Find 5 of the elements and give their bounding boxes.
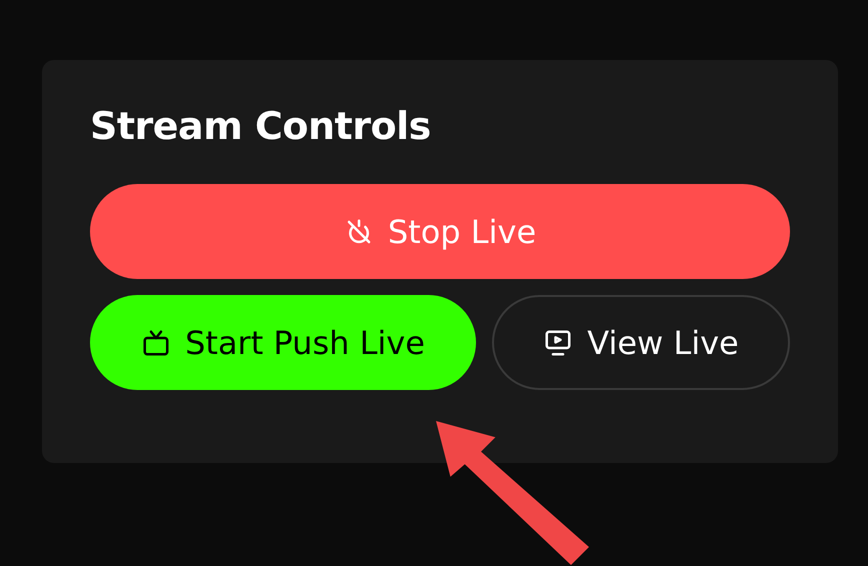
monitor-play-icon <box>543 328 574 358</box>
start-live-button[interactable]: Start Push Live <box>90 295 476 390</box>
view-live-button[interactable]: View Live <box>492 295 790 390</box>
tv-icon <box>141 328 172 358</box>
panel-title: Stream Controls <box>90 104 432 148</box>
